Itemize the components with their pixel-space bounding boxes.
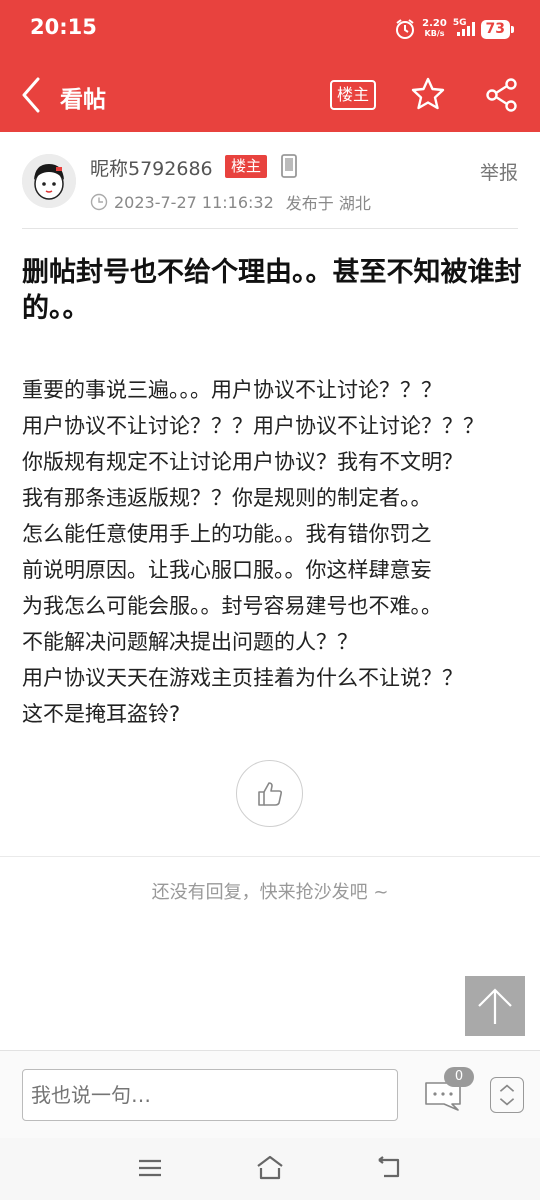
comment-bar: 0	[0, 1050, 540, 1138]
only-author-button[interactable]: 楼主	[330, 80, 376, 110]
menu-icon[interactable]	[138, 1158, 162, 1178]
battery-indicator: 73	[480, 19, 515, 39]
arrow-up-icon	[478, 988, 512, 1024]
post-body-line: 用户协议不让讨论？？？用户协议不让讨论？？？	[22, 414, 484, 438]
back-to-top-button[interactable]	[465, 976, 525, 1036]
post-body-line: 前说明原因。让我心服口服。。你这样肆意妄	[22, 558, 432, 582]
post-body-line: 我有那条违返版规？？你是规则的制定者。。	[22, 486, 432, 510]
post-body-line: 用户协议天天在游戏主页挂着为什么不让说？？	[22, 666, 463, 690]
phone-icon	[281, 154, 297, 178]
report-button[interactable]: 举报	[480, 158, 518, 185]
divider	[0, 856, 540, 857]
post-body-line: 怎么能任意使用手上的功能。。我有错你罚之	[22, 522, 432, 546]
post-author-row: 昵称5792686 楼主 2023-7-27 11:16:32 发布于 湖北 举…	[0, 132, 540, 230]
back-arrow-icon	[22, 77, 40, 113]
post-body-line: 不能解决问题解决提出问题的人？？	[22, 630, 358, 654]
net-speed: 2.20 KB/s	[422, 19, 447, 39]
star-icon[interactable]	[410, 76, 446, 112]
divider	[22, 228, 518, 229]
post-location: 发布于 湖北	[285, 194, 371, 213]
network-type: 5G	[452, 18, 467, 28]
page-title: 看帖	[60, 87, 106, 113]
top-header: 20:15 2.20 KB/s 5G 73 看帖 楼主	[0, 0, 540, 132]
avatar-cartoon-icon	[22, 154, 76, 208]
post-body-line: 为我怎么可能会服。。封号容易建号也不难。。	[22, 594, 442, 618]
home-icon[interactable]	[256, 1154, 284, 1180]
net-speed-value: 2.20	[422, 18, 447, 29]
thumbs-up-icon	[257, 781, 282, 806]
back-button[interactable]	[16, 76, 46, 114]
author-badge: 楼主	[225, 155, 268, 178]
system-nav-bar	[0, 1138, 540, 1200]
post-body-line: 重要的事说三遍。。。用户协议不让讨论？？？	[22, 378, 442, 402]
share-icon[interactable]	[485, 78, 519, 112]
comment-input[interactable]	[22, 1069, 398, 1121]
post-body-line: 你版规有规定不让讨论用户协议？我有不文明？	[22, 450, 463, 474]
author-nickname[interactable]: 昵称5792686	[90, 154, 213, 181]
empty-replies-text: 还没有回复，快来抢沙发吧 ~	[151, 882, 389, 903]
post-body-line: 这不是掩耳盗铃?	[22, 702, 181, 726]
post-meta: 2023-7-27 11:16:32 发布于 湖北	[90, 190, 371, 214]
comment-count-badge: 0	[444, 1067, 474, 1087]
system-back-icon[interactable]	[376, 1156, 404, 1180]
like-button[interactable]	[236, 760, 303, 827]
nav-bar: 看帖 楼主	[0, 58, 540, 132]
avatar[interactable]	[22, 154, 76, 208]
post-timestamp: 2023-7-27 11:16:32	[114, 192, 274, 212]
net-speed-unit: KB/s	[424, 29, 445, 38]
status-indicators: 2.20 KB/s 5G 73	[394, 16, 515, 42]
clock-icon	[90, 193, 108, 211]
page-scroll-icon[interactable]	[490, 1077, 524, 1113]
status-bar: 20:15 2.20 KB/s 5G 73	[0, 0, 540, 58]
post-body: 重要的事说三遍。。。用户协议不让讨论？？？ 用户协议不让讨论？？？用户协议不让讨…	[22, 372, 522, 732]
alarm-icon	[396, 19, 415, 39]
post-title: 删帖封号也不给个理由。。甚至不知被谁封的。。	[22, 257, 522, 324]
status-time: 20:15	[30, 15, 97, 39]
